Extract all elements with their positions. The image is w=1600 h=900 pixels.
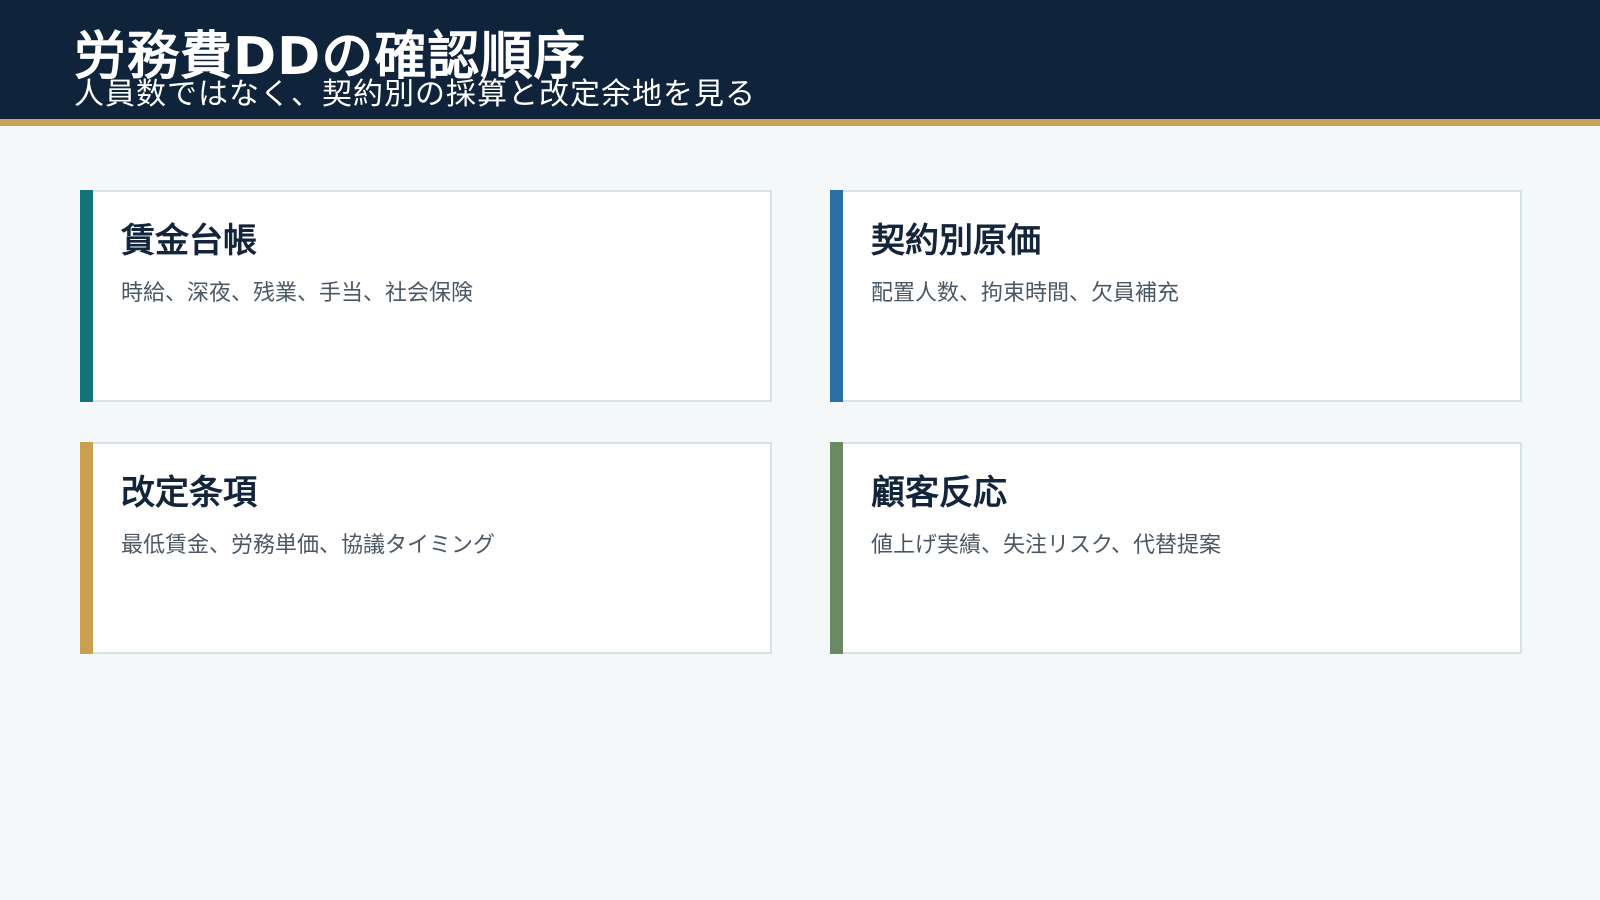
- card-title: 賃金台帳: [121, 221, 257, 261]
- card-wage-ledger: 賃金台帳 時給、深夜、残業、手当、社会保険: [80, 190, 772, 402]
- card-customer-response: 顧客反応 値上げ実績、失注リスク、代替提案: [830, 442, 1522, 654]
- card-accent-bar: [830, 190, 843, 402]
- card-contract-cost: 契約別原価 配置人数、拘束時間、欠員補充: [830, 190, 1522, 402]
- card-accent-bar: [80, 190, 93, 402]
- card-description: 時給、深夜、残業、手当、社会保険: [121, 281, 474, 306]
- card-accent-bar: [830, 442, 843, 654]
- card-description: 最低賃金、労務単価、協議タイミング: [121, 533, 496, 558]
- card-revision-clause: 改定条項 最低賃金、労務単価、協議タイミング: [80, 442, 772, 654]
- card-description: 配置人数、拘束時間、欠員補充: [871, 281, 1180, 306]
- card-accent-bar: [80, 442, 93, 654]
- card-title: 契約別原価: [871, 221, 1041, 261]
- card-title: 改定条項: [121, 473, 257, 513]
- card-title: 顧客反応: [871, 473, 1007, 513]
- header-banner: 労務費DDの確認順序 人員数ではなく、契約別の採算と改定余地を見る: [0, 0, 1600, 126]
- card-description: 値上げ実績、失注リスク、代替提案: [871, 533, 1222, 558]
- page-subtitle: 人員数ではなく、契約別の採算と改定余地を見る: [74, 77, 756, 112]
